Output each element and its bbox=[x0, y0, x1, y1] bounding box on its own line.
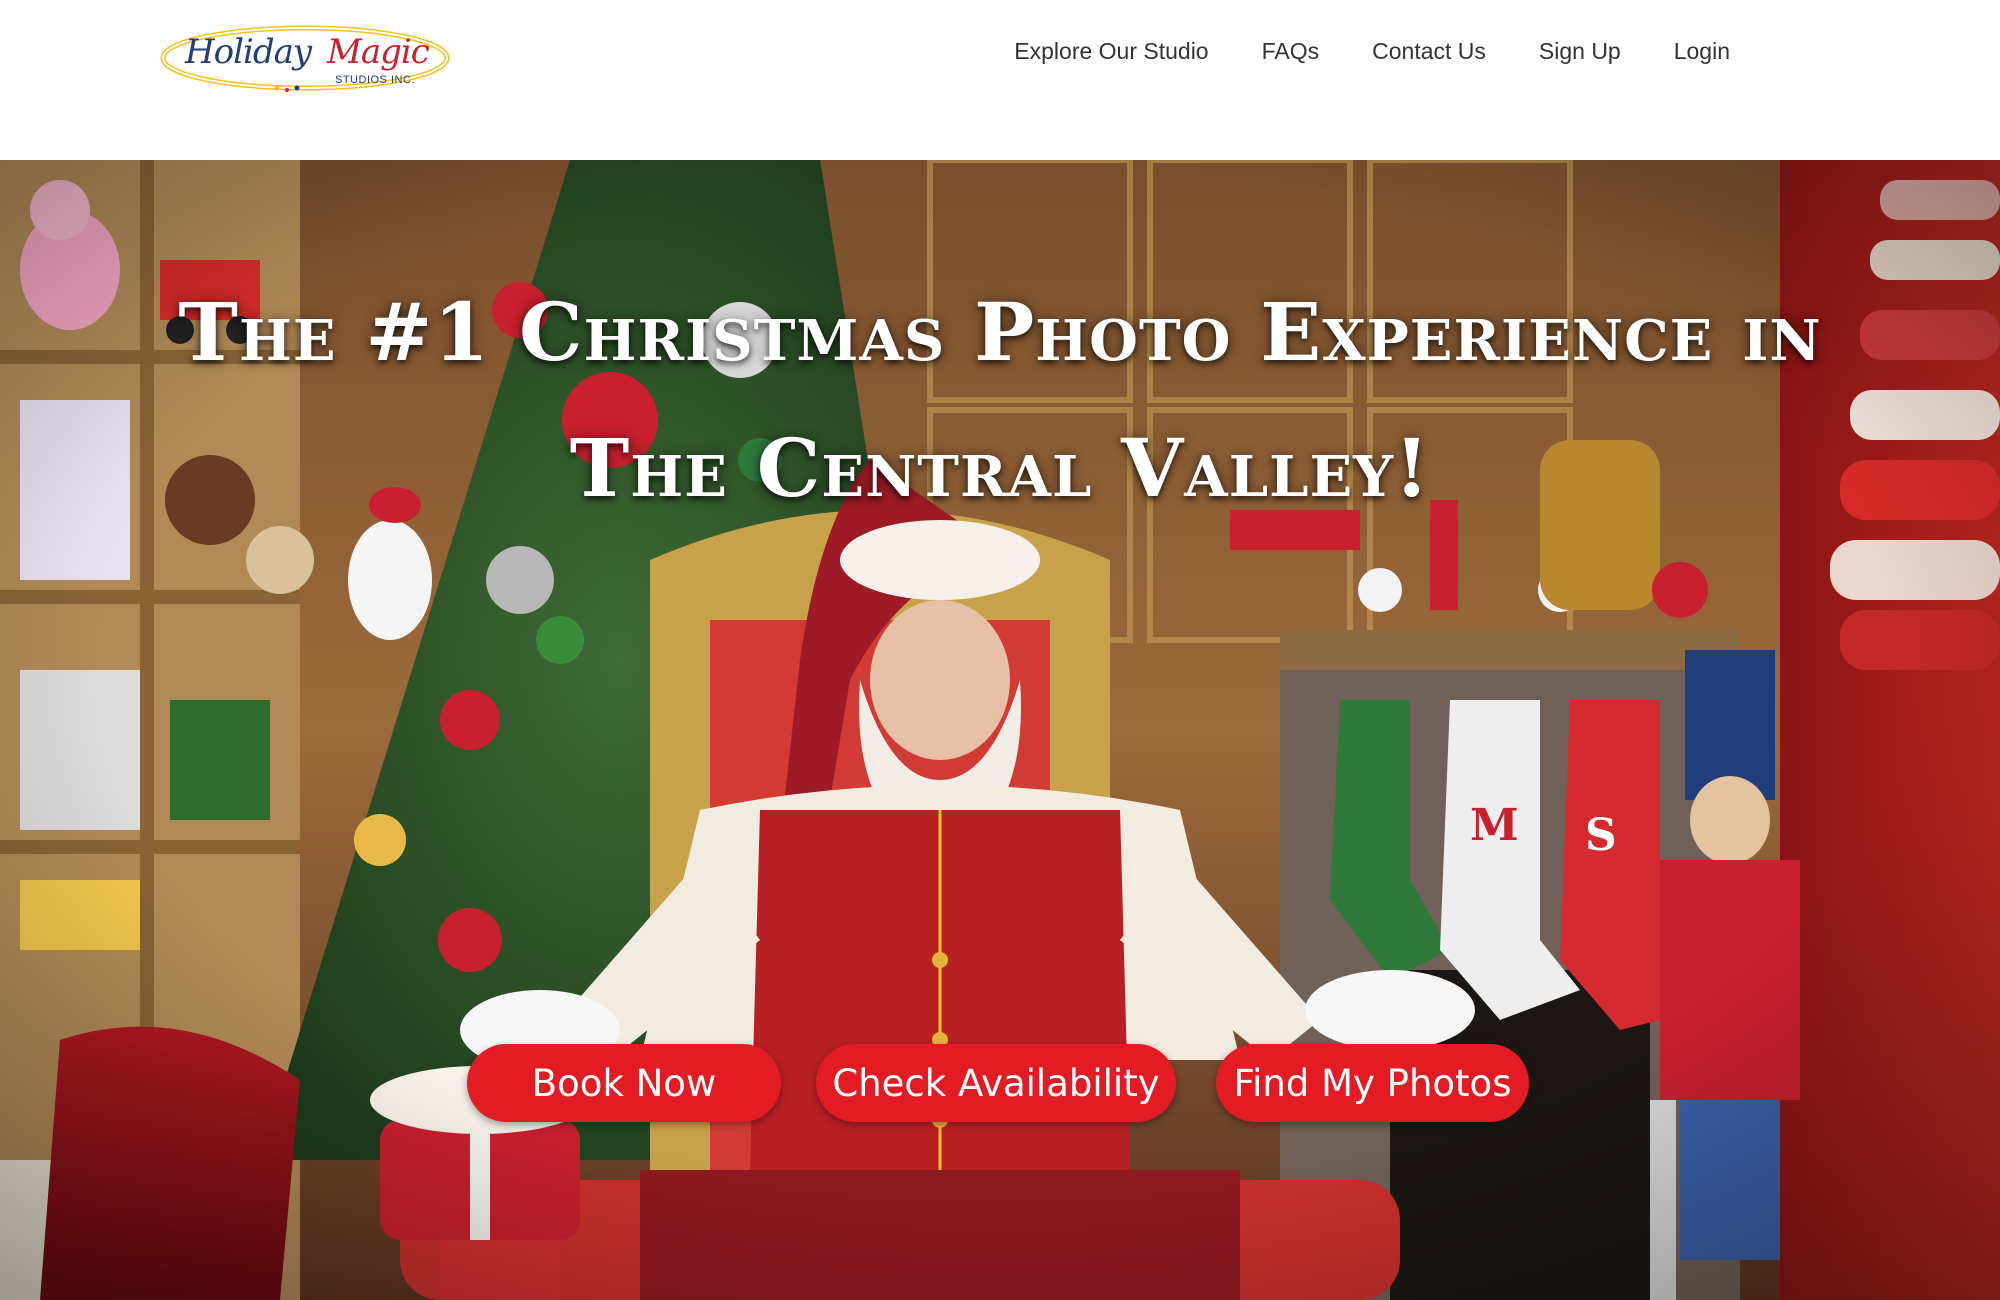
book-now-button[interactable]: Book Now bbox=[467, 1044, 781, 1122]
hero-title-line1: The #1 Christmas Photo Experience in bbox=[178, 284, 1822, 379]
hero-title: The #1 Christmas Photo Experience in The… bbox=[0, 264, 2000, 536]
main-nav: Explore Our Studio FAQs Contact Us Sign … bbox=[1014, 38, 1730, 65]
nav-sign-up[interactable]: Sign Up bbox=[1539, 38, 1621, 65]
logo-subtitle: STUDIOS INC. bbox=[335, 74, 415, 86]
find-my-photos-button[interactable]: Find My Photos bbox=[1216, 1044, 1529, 1122]
hero-cta-group: Book Now Check Availability Find My Phot… bbox=[0, 1044, 2000, 1124]
nav-explore-studio[interactable]: Explore Our Studio bbox=[1014, 38, 1208, 65]
logo-word-holiday: Holiday bbox=[185, 32, 312, 72]
hero-title-line2: The Central Valley! bbox=[569, 420, 1431, 515]
nav-faqs[interactable]: FAQs bbox=[1262, 38, 1320, 65]
nav-contact-us[interactable]: Contact Us bbox=[1372, 38, 1486, 65]
logo-word-magic: Magic bbox=[327, 32, 430, 72]
nav-login[interactable]: Login bbox=[1674, 38, 1730, 65]
site-header: Holiday Magic STUDIOS INC. Explore Our S… bbox=[0, 0, 2000, 160]
holiday-magic-logo[interactable]: Holiday Magic STUDIOS INC. bbox=[155, 18, 455, 98]
check-availability-button[interactable]: Check Availability bbox=[816, 1044, 1176, 1122]
hero-section: M S bbox=[0, 160, 2000, 1300]
